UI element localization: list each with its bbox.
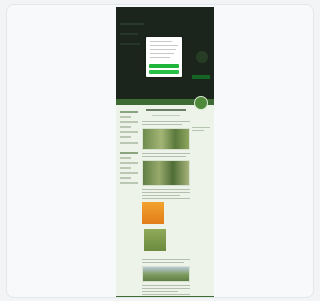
sidebar-item[interactable]	[120, 126, 131, 128]
text-line	[142, 121, 190, 122]
content-image	[142, 128, 190, 150]
right-column	[192, 127, 210, 133]
text-line	[142, 294, 190, 295]
sidebar-item[interactable]	[120, 182, 138, 184]
sidebar-item[interactable]	[120, 167, 131, 169]
text-line	[142, 291, 178, 292]
preview-card	[6, 4, 314, 298]
sidebar-item[interactable]	[120, 157, 131, 159]
sidebar-item[interactable]	[120, 177, 131, 179]
sidebar-item[interactable]	[120, 111, 138, 113]
sidebar-item[interactable]	[120, 116, 131, 118]
image-row	[142, 202, 190, 256]
badge-icon	[194, 96, 208, 110]
sidebar-item[interactable]	[120, 121, 138, 123]
text-line	[142, 195, 180, 196]
page-title	[146, 109, 186, 111]
content-image	[142, 160, 190, 186]
content-image	[142, 202, 164, 224]
modal-text-line	[150, 57, 170, 58]
text-line	[142, 189, 190, 190]
nav-bar	[116, 96, 214, 110]
main-content	[142, 107, 190, 298]
text-line	[142, 259, 190, 260]
text-line	[142, 262, 184, 263]
sidebar-item[interactable]	[120, 136, 131, 138]
modal-text-line	[150, 53, 174, 54]
text-line	[142, 285, 190, 286]
sidebar-item[interactable]	[120, 142, 138, 144]
cookie-modal	[146, 37, 182, 77]
text-line	[142, 288, 190, 289]
sidebar-item[interactable]	[120, 162, 138, 164]
sidebar	[120, 111, 138, 187]
modal-text-line	[150, 45, 178, 46]
text-line	[142, 297, 172, 298]
text-line	[142, 153, 190, 154]
webpage-screenshot[interactable]	[116, 7, 214, 298]
page-footer	[116, 296, 214, 297]
text-line	[142, 156, 186, 157]
right-text-line	[192, 127, 210, 128]
cookie-settings-button[interactable]	[149, 70, 179, 74]
right-text-line	[192, 130, 204, 131]
sidebar-item[interactable]	[120, 172, 138, 174]
text-line	[142, 198, 190, 199]
modal-text-line	[150, 49, 176, 50]
modal-text-line	[150, 41, 172, 42]
content-image	[144, 229, 166, 251]
text-line	[142, 192, 190, 193]
accept-cookies-button[interactable]	[149, 64, 179, 68]
page-subtitle	[152, 115, 180, 116]
sidebar-item[interactable]	[120, 152, 138, 154]
text-line	[142, 124, 182, 125]
sidebar-item[interactable]	[120, 131, 138, 133]
content-image	[142, 266, 190, 282]
